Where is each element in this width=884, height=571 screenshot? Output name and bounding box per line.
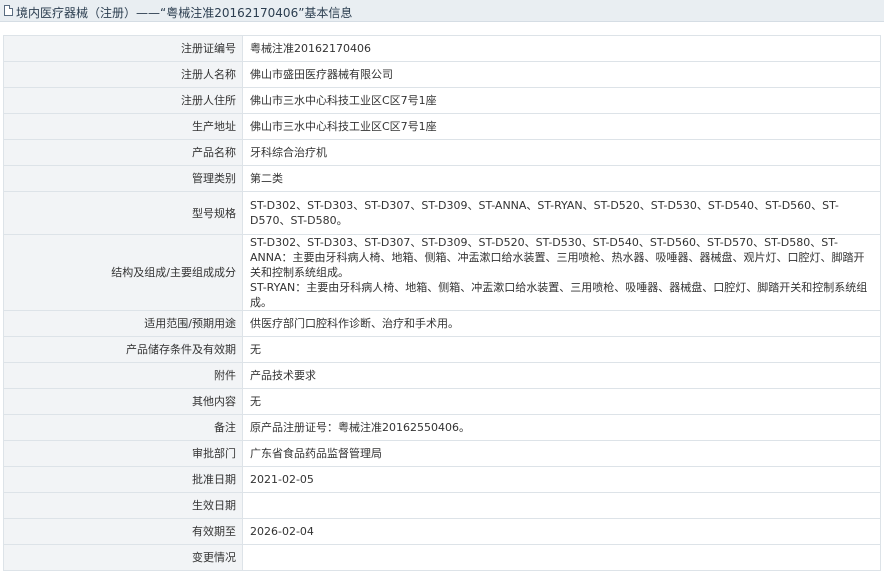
table-row: 生效日期: [3, 492, 881, 519]
document-icon: [4, 5, 13, 16]
table-row: 批准日期 2021-02-05: [3, 466, 881, 493]
field-label: 适用范围/预期用途: [3, 310, 243, 337]
field-value: 佛山市三水中心科技工业区C区7号1座: [242, 87, 881, 114]
table-row: 注册人名称 佛山市盛田医疗器械有限公司: [3, 61, 881, 88]
field-value: 无: [242, 388, 881, 415]
field-value: 供医疗部门口腔科作诊断、治疗和手术用。: [242, 310, 881, 337]
field-value: 第二类: [242, 165, 881, 192]
table-row: 型号规格 ST-D302、ST-D303、ST-D307、ST-D309、ST-…: [3, 191, 881, 235]
table-row: 变更情况: [3, 544, 881, 571]
field-value: 佛山市盛田医疗器械有限公司: [242, 61, 881, 88]
field-value: [242, 544, 881, 571]
field-value: ST-D302、ST-D303、ST-D307、ST-D309、ST-ANNA、…: [242, 191, 881, 235]
field-label: 注册人住所: [3, 87, 243, 114]
field-label: 产品名称: [3, 139, 243, 166]
field-value-line: ST-D302、ST-D303、ST-D307、ST-D309、ST-D520、…: [250, 236, 865, 279]
field-value-multiline: ST-D302、ST-D303、ST-D307、ST-D309、ST-D520、…: [242, 234, 881, 311]
field-label: 注册证编号: [3, 35, 243, 62]
field-value: 2026-02-04: [242, 518, 881, 545]
field-value: 广东省食品药品监督管理局: [242, 440, 881, 467]
table-row: 其他内容 无: [3, 388, 881, 415]
field-label: 变更情况: [3, 544, 243, 571]
table-row: 生产地址 佛山市三水中心科技工业区C区7号1座: [3, 113, 881, 140]
field-value: 原产品注册证号：粤械注准20162550406。: [242, 414, 881, 441]
field-label: 生产地址: [3, 113, 243, 140]
field-label: 产品储存条件及有效期: [3, 336, 243, 363]
field-value: 无: [242, 336, 881, 363]
field-value: 佛山市三水中心科技工业区C区7号1座: [242, 113, 881, 140]
table-row: 产品名称 牙科综合治疗机: [3, 139, 881, 166]
table-row: 备注 原产品注册证号：粤械注准20162550406。: [3, 414, 881, 441]
field-label: 批准日期: [3, 466, 243, 493]
field-label: 注册人名称: [3, 61, 243, 88]
field-value-line: ST-RYAN：主要由牙科病人椅、地箱、侧箱、冲盂漱口给水装置、三用喷枪、吸唾器…: [250, 281, 868, 309]
field-label: 型号规格: [3, 191, 243, 235]
field-label: 有效期至: [3, 518, 243, 545]
table-row: 注册人住所 佛山市三水中心科技工业区C区7号1座: [3, 87, 881, 114]
detail-table: 注册证编号 粤械注准20162170406 注册人名称 佛山市盛田医疗器械有限公…: [3, 35, 881, 571]
field-value: [242, 492, 881, 519]
page-title: 境内医疗器械（注册）——“粤械注准20162170406”基本信息: [16, 6, 353, 20]
field-label: 管理类别: [3, 165, 243, 192]
table-row: 结构及组成/主要组成成分 ST-D302、ST-D303、ST-D307、ST-…: [3, 234, 881, 311]
field-value: 2021-02-05: [242, 466, 881, 493]
field-label: 结构及组成/主要组成成分: [3, 234, 243, 311]
field-label: 备注: [3, 414, 243, 441]
table-row: 审批部门 广东省食品药品监督管理局: [3, 440, 881, 467]
field-label: 生效日期: [3, 492, 243, 519]
table-row: 适用范围/预期用途 供医疗部门口腔科作诊断、治疗和手术用。: [3, 310, 881, 337]
field-label: 审批部门: [3, 440, 243, 467]
table-row: 注册证编号 粤械注准20162170406: [3, 35, 881, 62]
table-row: 附件 产品技术要求: [3, 362, 881, 389]
field-value: 产品技术要求: [242, 362, 881, 389]
page-header: 境内医疗器械（注册）——“粤械注准20162170406”基本信息: [0, 0, 884, 22]
field-label: 附件: [3, 362, 243, 389]
field-value: 牙科综合治疗机: [242, 139, 881, 166]
field-value: 粤械注准20162170406: [242, 35, 881, 62]
field-label: 其他内容: [3, 388, 243, 415]
table-row: 有效期至 2026-02-04: [3, 518, 881, 545]
table-row: 管理类别 第二类: [3, 165, 881, 192]
table-row: 产品储存条件及有效期 无: [3, 336, 881, 363]
